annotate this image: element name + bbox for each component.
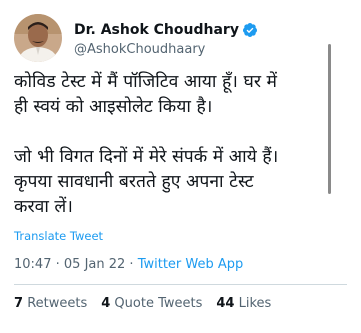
verified-badge-icon — [242, 22, 258, 38]
tweet-header: Dr. Ashok Choudhary @AshokChoudhaary — [14, 14, 258, 62]
tweet-line: करवा लें। — [14, 197, 73, 217]
quote-tweets-label: Quote Tweets — [114, 296, 203, 311]
retweets-count: 7 — [14, 296, 24, 311]
likes-stat[interactable]: 44 Likes — [216, 296, 271, 311]
tweet-time[interactable]: 10:47 — [14, 257, 51, 272]
quote-tweets-stat[interactable]: 4 Quote Tweets — [101, 296, 202, 311]
author-names: Dr. Ashok Choudhary @AshokChoudhaary — [74, 20, 258, 57]
tweet-stats: 7 Retweets 4 Quote Tweets 44 Likes — [14, 296, 271, 311]
likes-label: Likes — [238, 296, 272, 311]
display-name[interactable]: Dr. Ashok Choudhary — [74, 22, 239, 38]
tweet-line: कृपया सावधानी बरतते हुए अपना टेस्ट — [14, 172, 254, 192]
tweet-source-link[interactable]: Twitter Web App — [138, 257, 244, 272]
tweet-text: कोविड टेस्ट में मैं पॉजिटिव आया हूँ। घर … — [14, 70, 326, 220]
quote-tweets-count: 4 — [101, 296, 111, 311]
translate-tweet-link[interactable]: Translate Tweet — [14, 229, 103, 243]
avatar[interactable] — [14, 14, 62, 62]
avatar-image — [14, 14, 62, 62]
author-handle[interactable]: @AshokChoudhaary — [74, 42, 258, 57]
meta-separator: · — [55, 257, 60, 272]
tweet-card: Dr. Ashok Choudhary @AshokChoudhaary कोव… — [0, 0, 361, 333]
meta-separator: · — [129, 257, 134, 272]
tweet-metadata: 10:47 · 05 Jan 22 · Twitter Web App — [14, 257, 243, 272]
tweet-line: जो भी विगत दिनों में मेरे संपर्क में आये… — [14, 147, 279, 167]
display-name-row: Dr. Ashok Choudhary — [74, 20, 258, 40]
retweets-label: Retweets — [27, 296, 88, 311]
divider — [14, 284, 347, 285]
tweet-line: ही स्वयं को आइसोलेट किया है। — [14, 97, 213, 117]
tweet-line: कोविड टेस्ट में मैं पॉजिटिव आया हूँ। घर … — [14, 72, 278, 92]
likes-count: 44 — [216, 296, 235, 311]
tweet-date[interactable]: 05 Jan 22 — [64, 257, 125, 272]
scrollbar[interactable] — [328, 44, 331, 194]
retweets-stat[interactable]: 7 Retweets — [14, 296, 87, 311]
